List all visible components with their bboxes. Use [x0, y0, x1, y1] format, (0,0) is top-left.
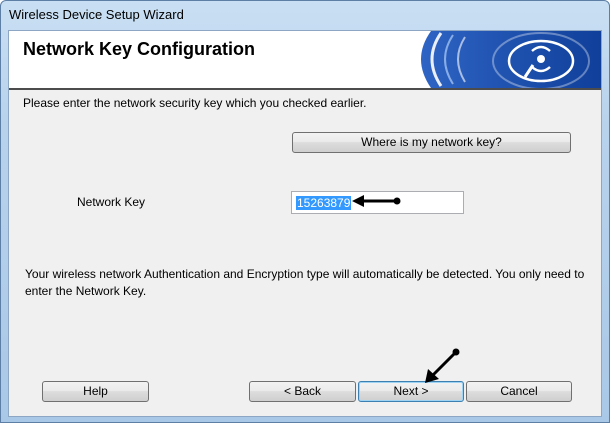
network-key-input[interactable]: 15263879: [291, 191, 464, 214]
info-text: Your wireless network Authentication and…: [25, 267, 585, 298]
next-button[interactable]: Next >: [358, 381, 464, 402]
page-title: Network Key Configuration: [23, 39, 256, 59]
help-button[interactable]: Help: [42, 381, 149, 402]
back-button[interactable]: < Back: [249, 381, 356, 402]
title-bar[interactable]: Wireless Device Setup Wizard: [1, 1, 609, 29]
where-is-network-key-button[interactable]: Where is my network key?: [292, 132, 571, 153]
wizard-content: Network Key Configuration Please enter t…: [8, 30, 602, 417]
instruction-text: Please enter the network security key wh…: [23, 96, 367, 110]
network-key-label: Network Key: [77, 195, 146, 209]
network-key-value: 15263879: [296, 196, 352, 210]
header-panel: Network Key Configuration: [9, 31, 601, 90]
wizard-window: Wireless Device Setup Wizard Network Key…: [0, 0, 610, 423]
window-title: Wireless Device Setup Wizard: [9, 7, 184, 22]
cancel-button[interactable]: Cancel: [466, 381, 572, 402]
wireless-logo-icon: [421, 31, 601, 88]
